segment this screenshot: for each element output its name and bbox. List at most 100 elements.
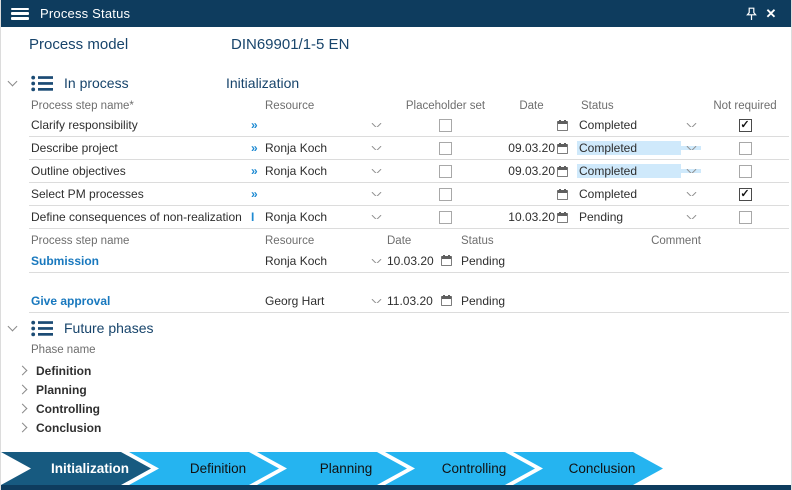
status-value[interactable]: Completed <box>577 118 681 132</box>
not-required-checkbox[interactable] <box>739 211 752 224</box>
resource-dropdown[interactable] <box>367 215 385 219</box>
col-resource: Resource <box>265 100 385 112</box>
resource-value[interactable]: Ronja Koch <box>265 254 367 268</box>
phase-segment-definition[interactable]: Definition <box>129 452 279 485</box>
chevron-down-icon <box>686 215 696 219</box>
status-value[interactable]: Completed <box>577 164 681 178</box>
row-spacer <box>29 273 789 289</box>
calendar-icon[interactable] <box>441 255 459 266</box>
date-value[interactable]: 10.03.20 <box>385 254 441 268</box>
placeholder-checkbox[interactable] <box>439 165 452 178</box>
process-model-row: Process model DIN69901/1-5 EN <box>1 36 791 58</box>
col-date: Date <box>506 100 557 112</box>
window-title: Process Status <box>40 6 130 21</box>
status-dropdown[interactable] <box>681 146 701 150</box>
resource-marker-icon[interactable]: » <box>251 118 265 132</box>
phase-segment-planning[interactable]: Planning <box>257 452 407 485</box>
not-required-checkbox[interactable]: ✓ <box>739 119 752 132</box>
calendar-icon[interactable] <box>557 212 577 223</box>
chevron-down-icon <box>371 146 381 150</box>
resource-dropdown[interactable] <box>367 123 385 127</box>
status-dropdown[interactable] <box>681 169 701 173</box>
phase-segment-initialization[interactable]: Initialization <box>1 452 151 485</box>
resource-marker-icon[interactable]: » <box>251 187 265 201</box>
status-value[interactable]: Completed <box>577 187 681 201</box>
calendar-icon[interactable] <box>441 295 459 306</box>
col-placeholder-set: Placeholder set <box>385 100 506 112</box>
date-value[interactable]: 11.03.20 <box>385 294 441 308</box>
calendar-icon[interactable] <box>557 189 577 200</box>
resource-dropdown[interactable] <box>367 192 385 196</box>
phase-label: Definition <box>36 364 91 378</box>
col-date: Date <box>385 235 441 247</box>
future-phase-item[interactable]: Planning <box>1 380 791 399</box>
process-model-value: DIN69901/1-5 EN <box>231 36 349 53</box>
submission-link[interactable]: Submission <box>31 254 99 268</box>
table-row: Select PM processes » Completed ✓ <box>29 183 789 206</box>
calendar-icon[interactable] <box>557 166 577 177</box>
not-required-checkbox[interactable] <box>739 142 752 155</box>
chevron-down-icon <box>686 146 696 150</box>
expand-chevron-icon[interactable] <box>18 423 28 433</box>
resource-dropdown[interactable] <box>367 259 385 263</box>
list-icon <box>31 320 53 337</box>
status-value[interactable]: Completed <box>577 141 681 155</box>
phase-label: Conclusion <box>36 421 101 435</box>
placeholder-checkbox[interactable] <box>439 188 452 201</box>
placeholder-checkbox[interactable] <box>439 142 452 155</box>
col-process-step-name: Process step name* <box>29 100 265 112</box>
future-phase-item[interactable]: Definition <box>1 361 791 380</box>
not-required-checkbox[interactable]: ✓ <box>739 188 752 201</box>
expand-chevron-icon[interactable] <box>18 404 28 414</box>
step-name: Clarify responsibility <box>29 118 251 132</box>
status-value[interactable]: Pending <box>577 210 681 224</box>
status-dropdown[interactable] <box>681 192 701 196</box>
menu-icon[interactable] <box>11 8 29 20</box>
phase-segment-controlling[interactable]: Controlling <box>385 452 535 485</box>
collapse-chevron-icon[interactable] <box>8 77 18 87</box>
resource-dropdown[interactable] <box>367 169 385 173</box>
future-phase-item[interactable]: Controlling <box>1 399 791 418</box>
table-row: Clarify responsibility » Completed ✓ <box>29 114 789 137</box>
approval-table-header: Process step name Resource Date Status C… <box>1 233 791 249</box>
table-row: Describe project » Ronja Koch 09.03.20 C… <box>29 137 789 160</box>
col-status: Status <box>557 100 701 112</box>
resource-value[interactable]: Ronja Koch <box>265 210 367 224</box>
status-value: Pending <box>459 294 561 308</box>
give-approval-link[interactable]: Give approval <box>31 294 110 308</box>
status-dropdown[interactable] <box>681 215 701 219</box>
not-required-checkbox[interactable] <box>739 165 752 178</box>
calendar-icon[interactable] <box>557 143 577 154</box>
chevron-down-icon <box>371 215 381 219</box>
close-icon[interactable]: ✕ <box>761 4 781 24</box>
calendar-icon[interactable] <box>557 120 577 131</box>
phase-segment-conclusion[interactable]: Conclusion <box>513 452 663 485</box>
chevron-down-icon <box>371 299 381 303</box>
resource-marker-icon[interactable]: I <box>251 210 265 224</box>
expand-chevron-icon[interactable] <box>18 385 28 395</box>
chevron-down-icon <box>686 192 696 196</box>
date-value[interactable]: 09.03.20 <box>506 164 557 178</box>
table-row: Outline objectives » Ronja Koch 09.03.20… <box>29 160 789 183</box>
resource-marker-icon[interactable]: » <box>251 141 265 155</box>
placeholder-checkbox[interactable] <box>439 211 452 224</box>
collapse-chevron-icon[interactable] <box>8 322 18 332</box>
placeholder-checkbox[interactable] <box>439 119 452 132</box>
future-phase-item[interactable]: Conclusion <box>1 418 791 437</box>
pin-icon[interactable] <box>741 4 761 24</box>
expand-chevron-icon[interactable] <box>18 366 28 376</box>
in-process-title: In process <box>64 75 129 91</box>
chevron-down-icon <box>686 169 696 173</box>
resource-dropdown[interactable] <box>367 299 385 303</box>
resource-value[interactable]: Ronja Koch <box>265 141 367 155</box>
status-dropdown[interactable] <box>681 123 701 127</box>
date-value[interactable]: 10.03.20 <box>506 210 557 224</box>
date-value[interactable]: 09.03.20 <box>506 141 557 155</box>
step-name: Outline objectives <box>29 164 251 178</box>
current-phase-label: Initialization <box>226 75 299 91</box>
resource-marker-icon[interactable]: » <box>251 164 265 178</box>
resource-dropdown[interactable] <box>367 146 385 150</box>
resource-value[interactable]: Georg Hart <box>265 294 367 308</box>
resource-value[interactable]: Ronja Koch <box>265 164 367 178</box>
future-phases-title: Future phases <box>64 320 154 336</box>
